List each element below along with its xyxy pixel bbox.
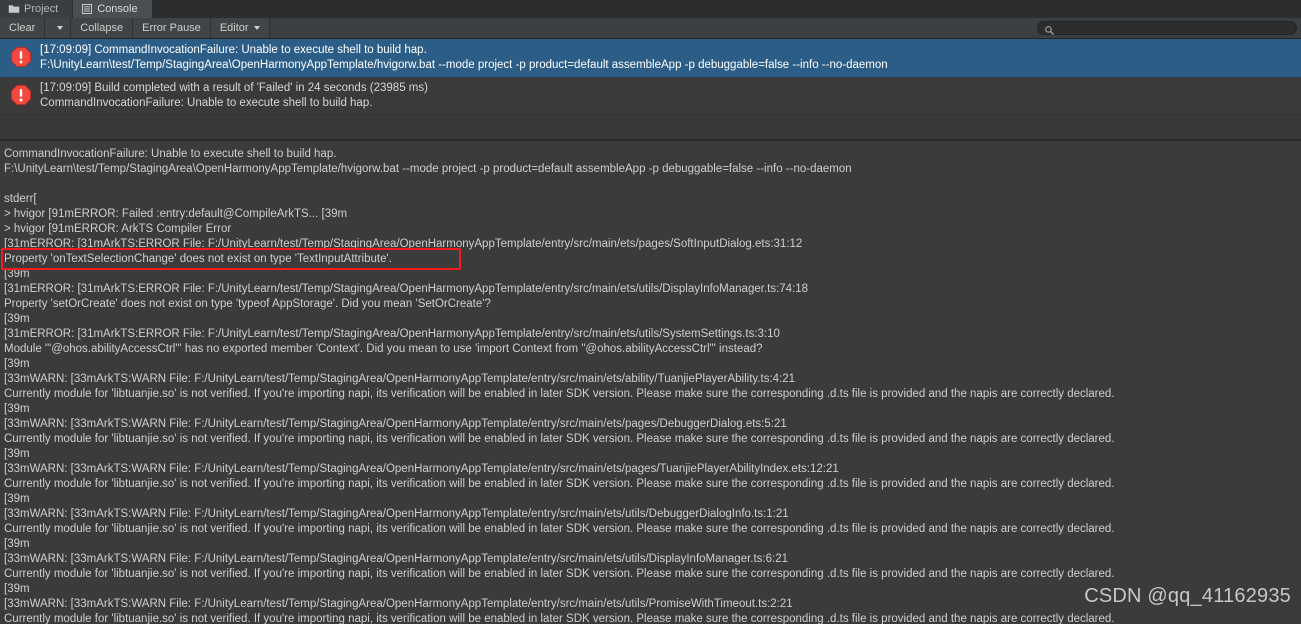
error-pause-button[interactable]: Error Pause bbox=[133, 18, 211, 38]
console-detail-line: [33mWARN: [33mArkTS:WARN File: F:/UnityL… bbox=[4, 553, 789, 565]
console-detail-line bbox=[4, 177, 1301, 192]
chevron-down-icon bbox=[253, 26, 260, 30]
console-window: Project Console Clear Collapse Error Pau… bbox=[0, 0, 1301, 624]
console-message-list[interactable]: [17:09:09] CommandInvocationFailure: Una… bbox=[0, 39, 1301, 140]
console-detail-line: [33mWARN: [33mArkTS:WARN File: F:/UnityL… bbox=[4, 508, 789, 520]
console-detail-line: Currently module for 'libtuanjie.so' is … bbox=[4, 433, 1115, 445]
console-icon bbox=[81, 3, 93, 15]
console-detail-line: Currently module for 'libtuanjie.so' is … bbox=[4, 478, 1115, 490]
console-detail-line: [31mERROR: [31mArkTS:ERROR File: F:/Unit… bbox=[4, 238, 803, 250]
console-message-line-2: CommandInvocationFailure: Unable to exec… bbox=[40, 97, 373, 109]
console-message-row[interactable]: [17:09:09] Build completed with a result… bbox=[0, 77, 1301, 115]
chevron-down-icon bbox=[57, 26, 64, 30]
console-detail-line: [39m bbox=[4, 583, 30, 595]
console-detail-line: Currently module for 'libtuanjie.so' is … bbox=[4, 613, 1115, 624]
clear-button-label: Clear bbox=[9, 22, 36, 34]
console-detail-line: Currently module for 'libtuanjie.so' is … bbox=[4, 568, 1115, 580]
console-detail-line: [33mWARN: [33mArkTS:WARN File: F:/UnityL… bbox=[4, 418, 787, 430]
console-detail-line: F:\UnityLearn\test/Temp/StagingArea\Open… bbox=[4, 163, 852, 175]
console-detail-line: Property 'onTextSelectionChange' does no… bbox=[4, 253, 392, 265]
tab-console-label: Console bbox=[97, 3, 138, 15]
editor-dropdown-button[interactable]: Editor bbox=[210, 18, 270, 38]
console-detail-line: > hvigor [91mERROR: Failed :entry:defaul… bbox=[4, 208, 348, 220]
console-detail-line: [39m bbox=[4, 448, 30, 460]
console-detail-line: stderr[ bbox=[4, 193, 37, 205]
error-pause-button-label: Error Pause bbox=[142, 22, 201, 34]
console-detail-line: [39m bbox=[4, 268, 30, 280]
console-message-line-1: [17:09:09] Build completed with a result… bbox=[40, 82, 428, 94]
error-icon bbox=[10, 84, 32, 106]
console-message-line-1: [17:09:09] CommandInvocationFailure: Una… bbox=[40, 44, 427, 56]
tab-bar: Project Console bbox=[0, 0, 1301, 18]
console-message-text: [17:09:09] Build completed with a result… bbox=[40, 81, 428, 111]
clear-button[interactable]: Clear bbox=[0, 18, 46, 38]
console-detail-line: Currently module for 'libtuanjie.so' is … bbox=[4, 388, 1115, 400]
console-detail-line: [33mWARN: [33mArkTS:WARN File: F:/UnityL… bbox=[4, 463, 839, 475]
console-detail-line: [39m bbox=[4, 493, 30, 505]
console-detail-line: [33mWARN: [33mArkTS:WARN File: F:/UnityL… bbox=[4, 373, 796, 385]
toolbar-spacer bbox=[269, 18, 1037, 38]
console-detail-line: [31mERROR: [31mArkTS:ERROR File: F:/Unit… bbox=[4, 283, 809, 295]
console-message-text: [17:09:09] CommandInvocationFailure: Una… bbox=[40, 43, 888, 73]
console-message-list-empty-area bbox=[0, 115, 1301, 139]
console-detail-pane[interactable]: CommandInvocationFailure: Unable to exec… bbox=[0, 140, 1301, 624]
collapse-button-label: Collapse bbox=[80, 22, 124, 34]
console-detail-line: CommandInvocationFailure: Unable to exec… bbox=[4, 148, 337, 160]
search-icon bbox=[1044, 23, 1055, 35]
console-toolbar: Clear Collapse Error Pause Editor bbox=[0, 18, 1301, 39]
clear-dropdown-button[interactable] bbox=[45, 18, 72, 38]
console-detail-line: [33mWARN: [33mArkTS:WARN File: F:/UnityL… bbox=[4, 598, 793, 610]
tab-project-label: Project bbox=[24, 3, 59, 15]
editor-dropdown-label: Editor bbox=[219, 22, 249, 34]
tab-console[interactable]: Console bbox=[73, 0, 153, 18]
search-box[interactable] bbox=[1037, 21, 1297, 35]
folder-icon bbox=[8, 3, 20, 15]
console-detail-line: [39m bbox=[4, 358, 30, 370]
console-detail-line: [39m bbox=[4, 538, 30, 550]
tab-bar-spacer bbox=[152, 0, 1301, 18]
console-detail-line: Currently module for 'libtuanjie.so' is … bbox=[4, 523, 1115, 535]
tab-project[interactable]: Project bbox=[0, 0, 74, 18]
console-detail-line: [39m bbox=[4, 403, 30, 415]
console-detail-line: [31mERROR: [31mArkTS:ERROR File: F:/Unit… bbox=[4, 328, 780, 340]
console-message-row[interactable]: [17:09:09] CommandInvocationFailure: Una… bbox=[0, 39, 1301, 77]
console-detail-line: Module '"@ohos.abilityAccessCtrl"' has n… bbox=[4, 343, 763, 355]
console-detail-line: > hvigor [91mERROR: ArkTS Compiler Error bbox=[4, 223, 232, 235]
console-message-line-2: F:\UnityLearn\test/Temp/StagingArea\Open… bbox=[40, 59, 888, 71]
error-icon bbox=[10, 46, 32, 68]
collapse-button[interactable]: Collapse bbox=[71, 18, 134, 38]
console-detail-line: [39m bbox=[4, 313, 30, 325]
search-input[interactable] bbox=[1055, 22, 1296, 34]
console-detail-line: Property 'setOrCreate' does not exist on… bbox=[4, 298, 491, 310]
